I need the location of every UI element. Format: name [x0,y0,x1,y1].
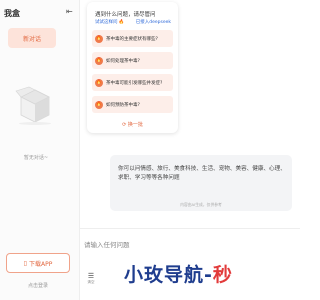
empty-box-icon [15,86,51,125]
try-asking-tag: 试试这样问 🔥 [95,20,125,25]
empty-state-text: 暂无对话~ [23,155,49,161]
suggestion-label: 茶中毒的主要症状有哪些? [106,36,158,42]
suggestion-tags: 试试这样问 🔥 已接入deepseek [95,19,171,25]
sidebar: 我盒 ⇤ 新对话 暂无对话~ ▯ 下载APP 点击登录 [0,0,80,300]
new-chat-button[interactable]: 新对话 [8,28,56,48]
suggestion-label: 茶中毒可能引发哪些并发症? [106,80,163,86]
app-root: 我盒 ⇤ 新对话 暂无对话~ ▯ 下载APP 点击登录 遇到什么问题，请尽管问 … [0,0,300,300]
fire-icon: 🔥 [95,34,103,43]
clear-label: 清空 [87,280,95,284]
suggestion-card: 遇到什么问题，请尽管问 试试这样问 🔥 已接入deepseek 🔥 茶中毒的主要… [87,2,178,133]
suggestion-label: 如何预防茶中毒? [106,102,140,108]
watermark-part-1: 小玫导航- [124,264,213,286]
greeting-text: 遇到什么问题，请尽管问 [95,12,156,18]
suggestion-item[interactable]: 🔥 茶中毒可能引发哪些并发症? [92,74,173,91]
collapse-sidebar-icon[interactable]: ⇤ [66,7,73,16]
phone-icon: ▯ [23,259,27,267]
fire-icon: 🔥 [95,78,103,87]
suggestion-item[interactable]: 🔥 如何处理茶中毒? [92,52,173,69]
deepseek-tag: 已接入deepseek [135,20,171,25]
fire-icon: 🔥 [95,56,103,65]
chat-input[interactable] [84,239,284,251]
fire-icon: 🔥 [95,100,103,109]
suggestion-label: 如何处理茶中毒? [106,58,140,64]
welcome-bubble: 你可以问情感、旅行、美食科技、生活、宠物、美容、健康、心理、求职、学习等等各种问… [110,155,292,211]
download-app-label: 下载APP [28,260,53,268]
suggestion-item[interactable]: 🔥 茶中毒的主要症状有哪些? [92,30,173,47]
download-app-button[interactable]: ▯ 下载APP [6,253,70,273]
welcome-text: 你可以问情感、旅行、美食科技、生活、宠物、美容、健康、心理、求职、学习等等各种问… [118,166,286,181]
suggestion-item[interactable]: 🔥 如何预防茶中毒? [92,96,173,113]
clear-button[interactable]: ☰ 清空 [86,272,96,288]
menu-icon: ☰ [87,272,95,280]
refresh-suggestions-button[interactable]: ⟳ 换一批 [87,121,178,128]
ai-disclaimer: 内容由AI生成，仅供参考 [180,202,222,207]
watermark-logo: 小玫导航-秒 [124,260,233,287]
watermark-part-2: 秒 [212,264,233,286]
new-chat-label: 新对话 [22,35,41,43]
login-link[interactable]: 点击登录 [0,282,76,289]
brand-title: 我盒 [4,9,20,18]
